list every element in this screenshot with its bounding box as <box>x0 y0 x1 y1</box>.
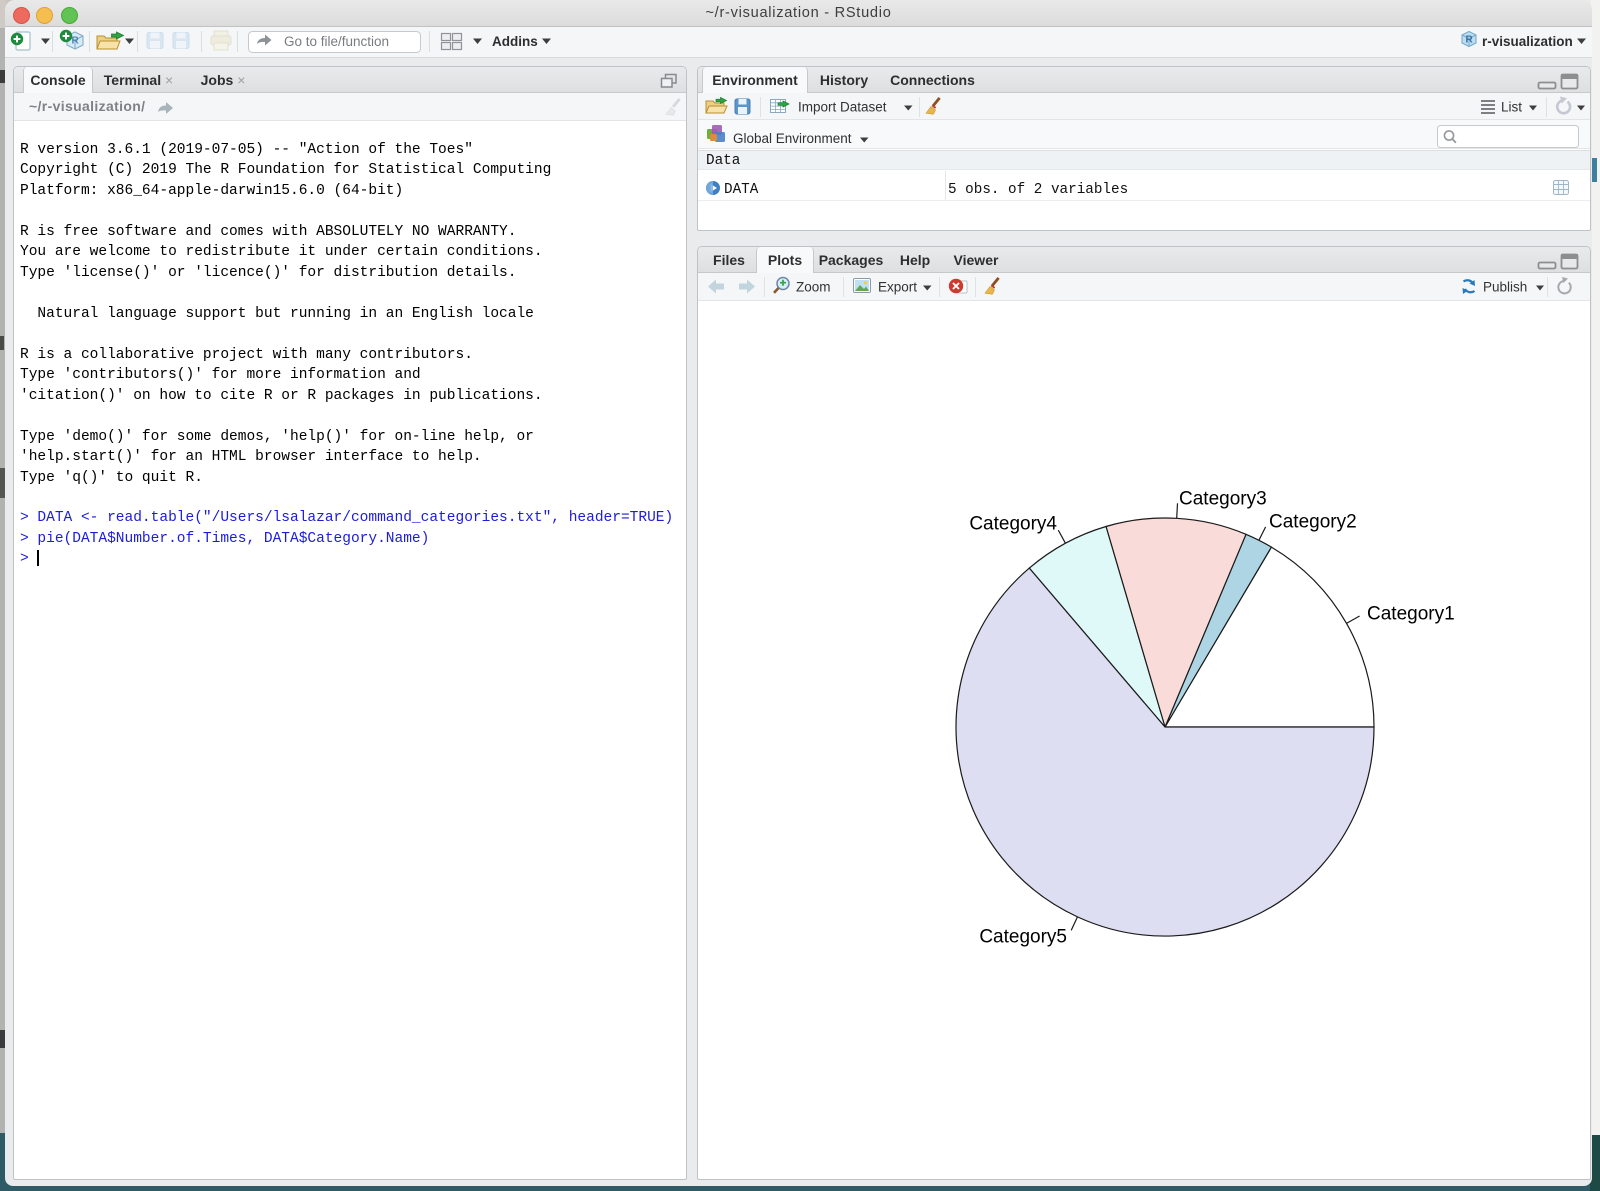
svg-text:Category1: Category1 <box>1367 604 1455 625</box>
svg-text:R: R <box>72 36 80 47</box>
svg-text:Category2: Category2 <box>1269 512 1357 533</box>
svg-text:DATA: DATA <box>724 182 759 198</box>
svg-text:5 obs. of 2 variables: 5 obs. of 2 variables <box>948 182 1128 198</box>
svg-text:Global Environment: Global Environment <box>733 131 852 146</box>
svg-text:R: R <box>1466 35 1474 46</box>
svg-text:Export: Export <box>878 280 917 295</box>
svg-text:r-visualization: r-visualization <box>1482 34 1573 49</box>
svg-text:Category5: Category5 <box>979 927 1067 948</box>
svg-text:Category3: Category3 <box>1179 489 1267 510</box>
svg-text:Zoom: Zoom <box>796 280 831 295</box>
svg-text:List: List <box>1501 100 1522 115</box>
svg-text:Category4: Category4 <box>969 514 1057 535</box>
svg-text:Import Dataset: Import Dataset <box>798 100 887 115</box>
svg-text:Publish: Publish <box>1483 280 1527 295</box>
svg-text:Addins: Addins <box>492 34 538 49</box>
svg-text:Go to file/function: Go to file/function <box>284 34 389 49</box>
